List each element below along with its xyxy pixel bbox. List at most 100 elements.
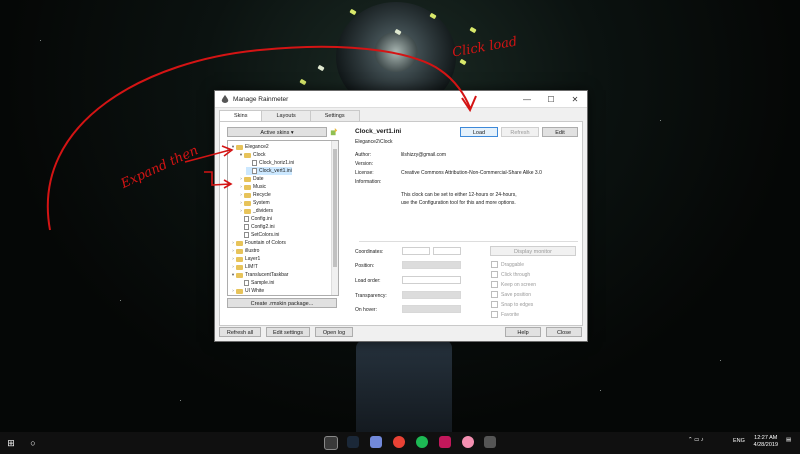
task-view-icon[interactable] [324,436,338,450]
clock-time: 12:27 AM [754,435,778,441]
load-order-field[interactable] [402,276,461,284]
tree-file-item[interactable]: Config.ini [238,215,272,223]
folder-icon [236,288,243,294]
tree-folder-item[interactable]: › LIM!T [230,263,258,271]
tree-item-label: Clock_horiz1.ini [259,160,295,166]
tree-item-label: _dividers [253,208,274,214]
tray-icons[interactable]: ⌃ ▭ ♪ [688,437,704,443]
wallpaper-leaf [299,78,307,86]
save-position-checkbox[interactable]: Save position [491,291,531,298]
add-skin-icon[interactable] [330,128,338,136]
clock-date: 4/28/2019 [753,442,778,448]
edit-settings-button[interactable]: Edit settings [266,327,310,337]
tree-folder-item[interactable]: › Music [238,183,266,191]
keep-on-screen-checkbox[interactable]: Keep on screen [491,281,536,288]
tab-settings[interactable]: Settings [309,110,360,121]
tree-folder-item[interactable]: › _dividers [238,207,273,215]
x-coordinate-field[interactable] [402,247,430,255]
ini-file-icon [244,280,249,286]
transparency-select[interactable] [402,291,461,299]
tree-item-label: Fountain of Colors [245,240,286,246]
wallpaper-figure [356,340,452,432]
steam-icon[interactable] [347,436,359,448]
tree-folder-item[interactable]: › Fountain of Colors [230,239,286,247]
description-line-1: This clock can be set to either 12-hours… [401,192,517,198]
folder-icon [236,264,243,270]
tree-folder-item[interactable]: › illustro [230,247,259,255]
tree-file-item[interactable]: Sample.ini [238,279,274,287]
wallpaper-leaf [349,8,357,16]
tree-item-label: Elegance2 [245,144,269,150]
position-select[interactable] [402,261,461,269]
tree-item-label: UI White [245,288,265,294]
chrome-icon[interactable] [393,436,405,448]
edit-button[interactable]: Edit [542,127,578,137]
tree-folder-item[interactable]: › Date [238,175,264,183]
tree-folder-item[interactable]: › Layer1 [230,255,260,263]
refresh-all-button[interactable]: Refresh all [219,327,261,337]
display-monitor-button[interactable]: Display monitor [490,246,576,256]
taskbar: ⊞ ○ ⌃ ▭ ♪ ENG 12:27 AM 4/28/2019 ▤ [0,432,800,454]
tree-folder-item[interactable]: › System [238,199,269,207]
cortana-icon[interactable]: ○ [26,436,40,450]
tree-item-label: TranslucentTaskbar [245,272,289,278]
osu-icon[interactable] [462,436,474,448]
windows-start-icon[interactable]: ⊞ [4,436,18,450]
folder-icon [244,192,251,198]
wallpaper-leaf [459,58,467,66]
snap-to-edges-checkbox[interactable]: Snap to edges [491,301,533,308]
spotify-icon[interactable] [416,436,428,448]
y-coordinate-field[interactable] [433,247,461,255]
license-label: License: [355,170,374,176]
language-indicator[interactable]: ENG [733,438,745,444]
tab-layouts[interactable]: Layouts [261,110,311,121]
tree-folder-item[interactable]: › Recycle [238,191,271,199]
star [660,120,661,121]
click-through-checkbox[interactable]: Click through [491,271,530,278]
skins-panel: Active skins ▾ ▾ Elegance2 ▾ Clock Clock_hor… [219,121,583,326]
tree-item-label: Music [253,184,267,190]
refresh-button[interactable]: Refresh [501,127,539,137]
tree-file-item[interactable]: SetColors.ini [238,231,279,239]
tree-file-item[interactable]: Clock_vert1.ini [246,167,292,175]
help-button[interactable]: Help [505,327,541,337]
on-hover-select[interactable] [402,305,461,313]
skins-tree[interactable]: ▾ Elegance2 ▾ Clock Clock_horiz1.ini Clock_ve… [227,140,339,296]
close-button[interactable]: Close [546,327,582,337]
tree-item-label: Sample.ini [251,280,275,286]
rainmeter-taskbar-icon[interactable] [484,436,496,448]
tree-item-label: Config.ini [251,216,272,222]
notification-icon[interactable]: ▤ [786,437,791,443]
star [40,40,41,41]
load-button[interactable]: Load [460,127,498,137]
tree-item-label: LIM!T [245,264,258,270]
discord-icon[interactable] [370,436,382,448]
open-log-button[interactable]: Open log [315,327,353,337]
draggable-checkbox[interactable]: Draggable [491,261,524,268]
folder-icon [244,208,251,214]
tree-file-item[interactable]: Config2.ini [238,223,275,231]
ini-file-icon [252,160,257,166]
ini-file-icon [244,232,249,238]
tree-folder-item[interactable]: › UI White [230,287,264,295]
folder-icon [236,240,243,246]
coordinates-label: Coordinates: [355,249,384,255]
tree-folder-item[interactable]: ▾ Elegance2 [230,143,269,151]
active-skins-dropdown[interactable]: Active skins ▾ [227,127,327,137]
tree-folder-item[interactable]: ▾ Clock [238,151,266,159]
app-icon[interactable] [439,436,451,448]
tree-file-item[interactable]: Clock_horiz1.ini [246,159,294,167]
maximize-icon[interactable]: ☐ [539,91,563,107]
create-rmskin-package-button[interactable]: Create .rmskin package... [227,298,337,308]
tree-item-label: Date [253,176,264,182]
title-bar[interactable]: Manage Rainmeter — ☐ ✕ [215,91,587,108]
minimize-icon[interactable]: — [515,91,539,107]
transparency-label: Transparency: [355,293,387,299]
system-clock[interactable]: 12:27 AM 4/28/2019 [754,435,778,449]
close-icon[interactable]: ✕ [563,91,587,107]
tree-folder-item[interactable]: ▾ TranslucentTaskbar [230,271,289,279]
scrollbar-thumb[interactable] [333,149,337,267]
ini-file-icon [244,216,249,222]
tree-scrollbar[interactable] [331,141,338,295]
favorite-checkbox[interactable]: Favorite [491,311,519,318]
